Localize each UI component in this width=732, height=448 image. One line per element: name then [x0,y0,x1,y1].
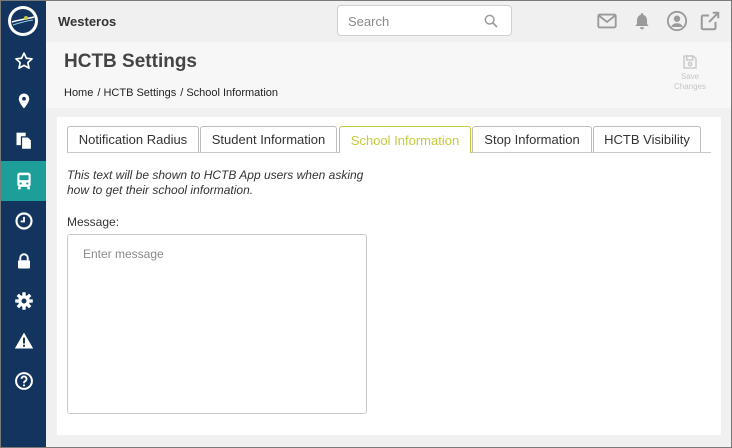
search-input[interactable]: Search [348,14,389,29]
user-icon[interactable] [666,10,688,32]
clock-icon [14,212,33,230]
top-bar: Westeros Search [46,1,731,42]
save-changes-button[interactable]: Save Changes [670,54,710,92]
tab-notification-radius[interactable]: Notification Radius [67,126,199,152]
bus-icon [16,172,31,190]
warning-icon [14,332,33,349]
floppy-disk-icon [683,55,697,69]
sidebar-item-hctb[interactable] [1,161,46,201]
sidebar-item-locations[interactable] [1,81,46,121]
gear-icon [14,292,33,310]
lock-icon [17,253,30,269]
map-marker-icon [18,93,29,109]
app-logo[interactable] [8,6,38,36]
breadcrumb-hctb-settings[interactable]: / HCTB Settings [97,87,176,99]
tab-school-information[interactable]: School Information [339,126,471,153]
copy-icon [16,132,32,150]
sidebar-item-help[interactable] [1,361,46,401]
help-icon [14,372,33,390]
star-icon [14,52,33,69]
tab-student-information[interactable]: Student Information [200,126,337,152]
breadcrumb: Home / HCTB Settings / School Information [64,87,282,99]
external-link-icon[interactable] [699,10,721,32]
message-label: Message: [67,215,120,229]
app-window: Westeros Search HCTB Settings Home / HCT… [0,0,732,448]
search-icon[interactable] [483,13,499,29]
settings-tabs: Notification Radius Student Information … [67,126,711,153]
tab-stop-information[interactable]: Stop Information [472,126,592,152]
globe-logo-icon [11,9,35,33]
page-header: HCTB Settings Home / HCTB Settings / Schoo… [46,42,731,108]
sidebar-item-documents[interactable] [1,121,46,161]
sidebar-item-history[interactable] [1,201,46,241]
sidebar-item-alerts[interactable] [1,321,46,361]
app-name: Westeros [58,14,117,29]
save-label-line2: Changes [673,82,707,91]
tab-hctb-visibility[interactable]: HCTB Visibility [593,126,701,152]
sidebar-item-settings[interactable] [1,281,46,321]
breadcrumb-home[interactable]: Home [64,87,93,99]
sidebar [1,1,46,447]
breadcrumb-current: / School Information [180,87,279,99]
search-box[interactable]: Search [337,5,512,36]
page-title: HCTB Settings [64,51,197,72]
save-label-line1: Save [680,72,700,81]
settings-panel: Notification Radius Student Information … [57,117,721,435]
mail-icon[interactable] [596,10,618,32]
school-info-description: This text will be shown to HCTB App user… [67,168,364,197]
message-textarea[interactable] [67,234,367,414]
sidebar-item-favorites[interactable] [1,41,46,81]
bell-icon[interactable] [632,10,652,32]
sidebar-item-security[interactable] [1,241,46,281]
